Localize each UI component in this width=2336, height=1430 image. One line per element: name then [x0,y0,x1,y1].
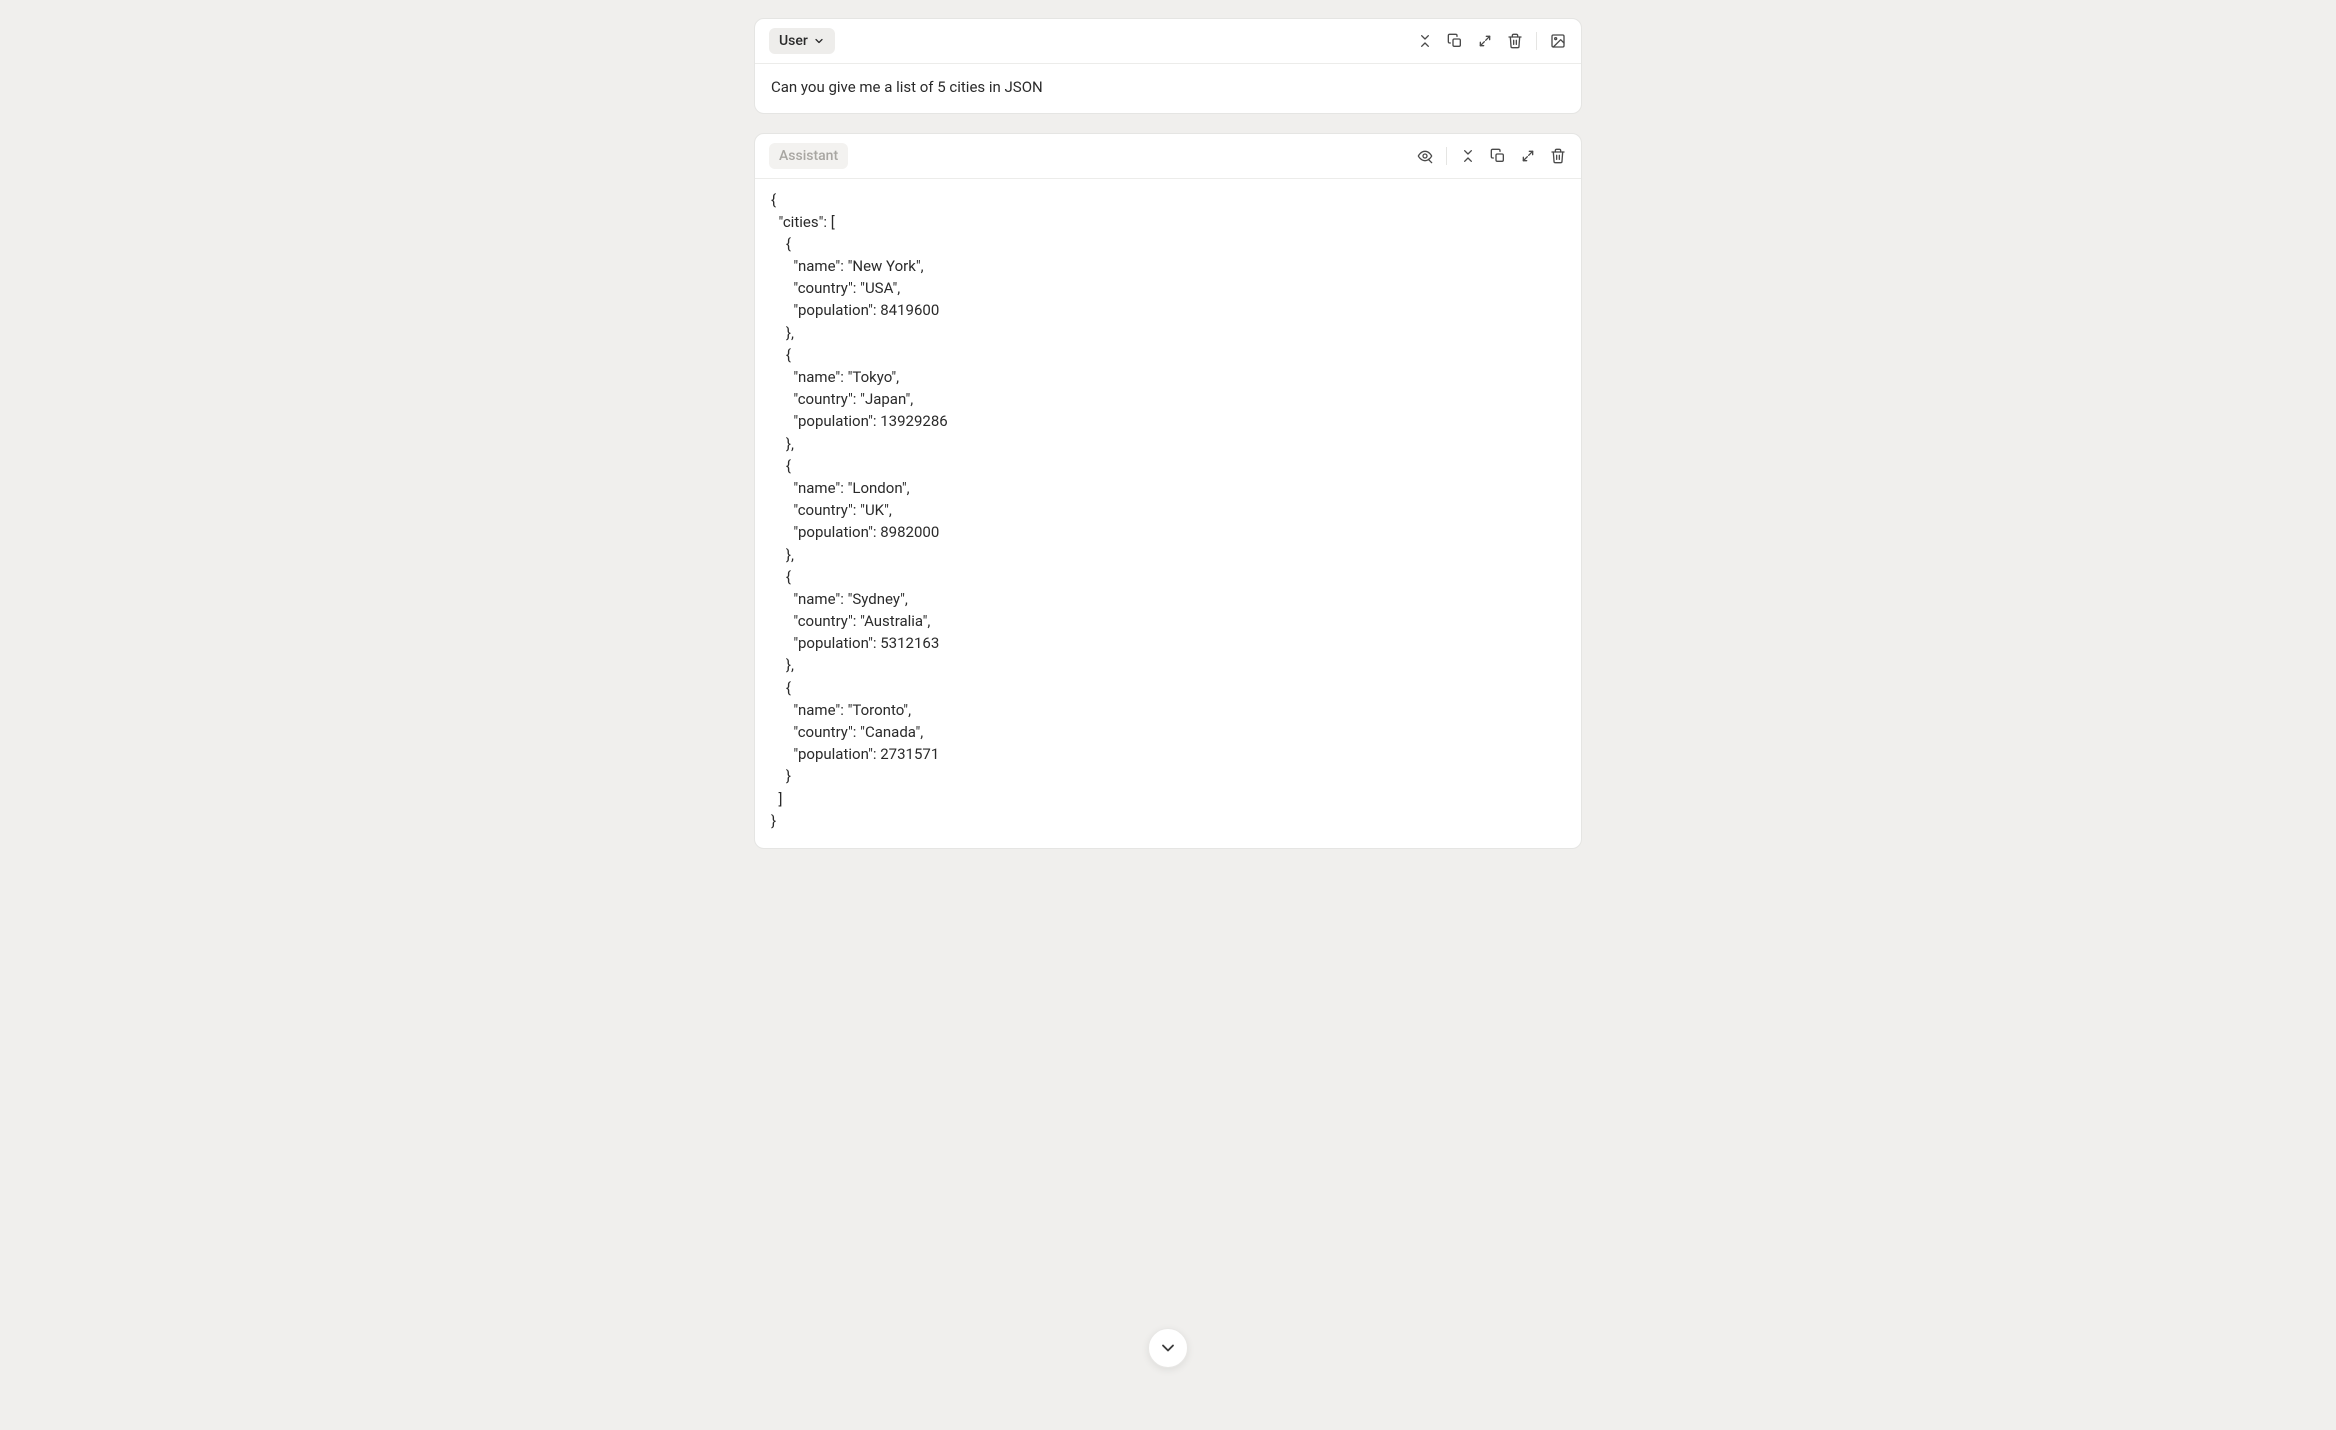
expand-button[interactable] [1519,147,1537,165]
user-card-header: User [755,19,1581,64]
collapse-button[interactable] [1459,147,1477,165]
role-label-assistant: Assistant [769,143,848,169]
assistant-card-body[interactable]: { "cities": [ { "name": "New York", "cou… [755,179,1581,848]
image-button[interactable] [1549,32,1567,50]
user-header-actions [1416,32,1567,50]
action-divider [1446,147,1447,165]
role-label: Assistant [779,148,838,164]
copy-button[interactable] [1446,32,1464,50]
expand-button[interactable] [1476,32,1494,50]
user-card-body[interactable]: Can you give me a list of 5 cities in JS… [755,64,1581,113]
delete-button[interactable] [1549,147,1567,165]
scroll-down-button[interactable] [1148,1328,1188,1368]
visibility-button[interactable] [1416,147,1434,165]
user-message-text: Can you give me a list of 5 cities in JS… [771,76,1565,99]
assistant-message-card: Assistant [754,133,1582,849]
collapse-button[interactable] [1416,32,1434,50]
role-selector-user[interactable]: User [769,28,835,54]
messages-container: User [754,18,1582,849]
chevron-down-icon [813,35,825,47]
assistant-message-text: { "cities": [ { "name": "New York", "cou… [771,189,1565,832]
user-message-card: User [754,18,1582,114]
delete-button[interactable] [1506,32,1524,50]
assistant-header-actions [1416,147,1567,165]
copy-button[interactable] [1489,147,1507,165]
action-divider [1536,32,1537,50]
assistant-card-header: Assistant [755,134,1581,179]
role-label: User [779,33,808,49]
